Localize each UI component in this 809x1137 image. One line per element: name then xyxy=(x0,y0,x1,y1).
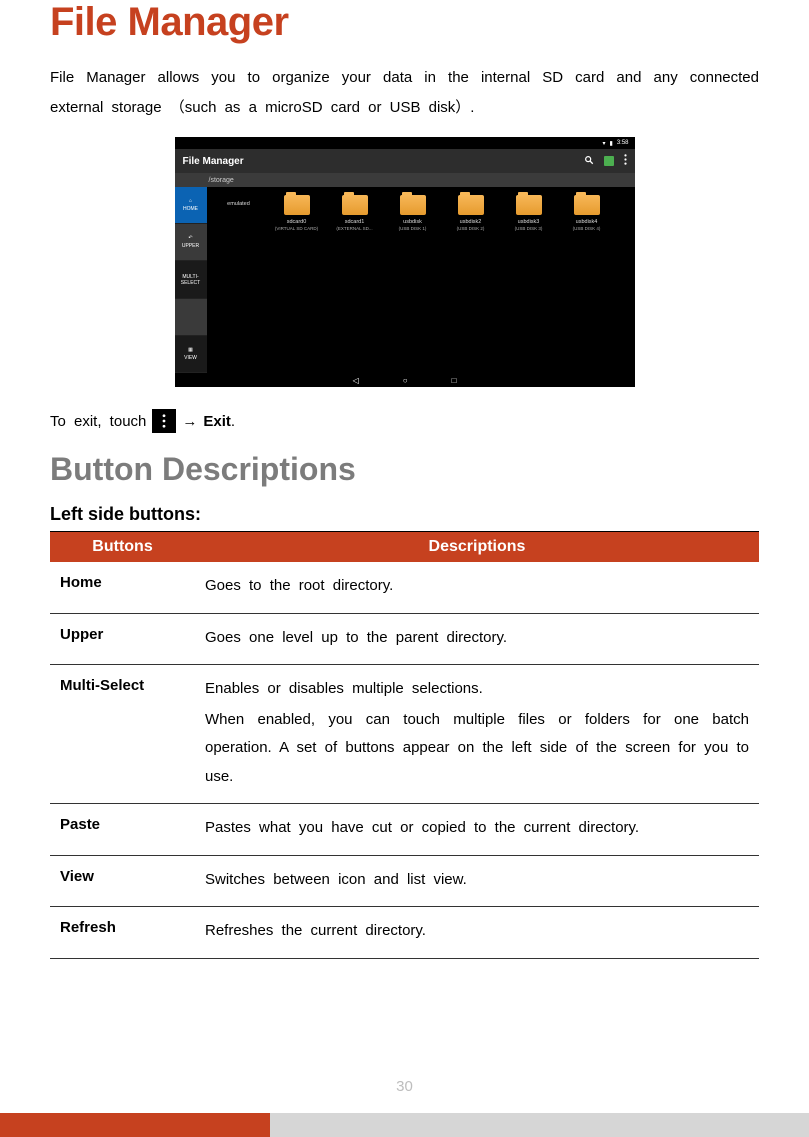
button-name-cell: Home xyxy=(50,562,195,613)
folder-item[interactable]: usbdisk2(USB DISK 2) xyxy=(443,195,499,231)
exit-instruction: To exit, touch → Exit. xyxy=(50,409,759,433)
table-row: Paste Pastes what you have cut or copied … xyxy=(50,804,759,856)
folder-item[interactable]: sdcard0(VIRTUAL SD CARD) xyxy=(269,195,325,231)
sidebar-multiselect[interactable]: MULTI-SELECT xyxy=(175,261,207,298)
wifi-icon: ▾ xyxy=(602,140,605,147)
folder-label: sdcard1 xyxy=(345,219,365,226)
nav-recent-icon[interactable]: □ xyxy=(452,376,457,385)
screenshot-sidebar: ⌂HOME ↶UPPER MULTI-SELECT ▦VIEW xyxy=(175,187,207,373)
folder-sublabel: (USB DISK 1) xyxy=(399,226,427,231)
table-row: View Switches between icon and list view. xyxy=(50,855,759,907)
button-name-cell: View xyxy=(50,855,195,907)
battery-icon: ▮ xyxy=(610,140,613,147)
document-page: File Manager File Manager allows you to … xyxy=(0,0,809,1137)
folder-label: emulated xyxy=(227,201,250,208)
folder-sublabel: (VIRTUAL SD CARD) xyxy=(275,226,318,231)
exit-post: . xyxy=(231,413,235,430)
page-title: File Manager xyxy=(50,0,759,45)
button-name-cell: Upper xyxy=(50,613,195,665)
arrow-icon: → xyxy=(182,413,197,430)
table-header-buttons: Buttons xyxy=(50,532,195,563)
footer-bar xyxy=(0,1113,809,1137)
folder-label: sdcard0 xyxy=(287,219,307,226)
button-description-table: Buttons Descriptions Home Goes to the roo… xyxy=(50,531,759,959)
file-manager-screenshot: ▾ ▮ 3:58 File Manager /storage xyxy=(175,137,635,387)
sidebar-blank[interactable] xyxy=(175,299,207,336)
button-desc-cell: Enables or disables multiple selections.… xyxy=(195,665,759,804)
toggle-icon[interactable] xyxy=(604,156,614,166)
sidebar-home[interactable]: ⌂HOME xyxy=(175,187,207,224)
button-name-cell: Refresh xyxy=(50,907,195,959)
desc-paragraph: Enables or disables multiple selections. xyxy=(205,675,749,704)
path-bar: /storage xyxy=(175,173,635,187)
table-row: Refresh Refreshes the current directory. xyxy=(50,907,759,959)
folder-icon xyxy=(574,195,600,215)
button-desc-cell: Switches between icon and list view. xyxy=(195,855,759,907)
subsection-heading: Left side buttons: xyxy=(50,504,759,525)
folder-item[interactable]: usbdisk(USB DISK 1) xyxy=(385,195,441,231)
table-row: Multi-SelectEnables or disables multiple… xyxy=(50,665,759,804)
desc-paragraph: Refreshes the current directory. xyxy=(205,917,749,946)
section-heading: Button Descriptions xyxy=(50,451,759,488)
intro-paragraph: File Manager allows you to organize your… xyxy=(50,63,759,123)
folder-sublabel: (USB DISK 3) xyxy=(515,226,543,231)
folder-sublabel: (USB DISK 2) xyxy=(457,226,485,231)
desc-paragraph: Goes to the root directory. xyxy=(205,572,749,601)
button-desc-cell: Refreshes the current directory. xyxy=(195,907,759,959)
folder-icon xyxy=(342,195,368,215)
exit-pre: To exit, touch xyxy=(50,413,146,430)
folder-label: usbdisk4 xyxy=(576,219,598,226)
button-desc-cell: Goes one level up to the parent director… xyxy=(195,613,759,665)
folder-item[interactable]: emulated xyxy=(211,195,267,208)
folder-label: usbdisk2 xyxy=(460,219,482,226)
button-desc-cell: Pastes what you have cut or copied to th… xyxy=(195,804,759,856)
exit-label: Exit xyxy=(203,413,231,430)
folder-icon xyxy=(458,195,484,215)
nav-back-icon[interactable]: ◁ xyxy=(353,376,359,385)
folder-sublabel: (USB DISK 4) xyxy=(573,226,601,231)
button-desc-cell: Goes to the root directory. xyxy=(195,562,759,613)
file-grid: emulatedsdcard0(VIRTUAL SD CARD)sdcard1(… xyxy=(207,187,635,373)
nav-home-icon[interactable]: ○ xyxy=(403,376,408,385)
app-title: File Manager xyxy=(183,156,244,167)
folder-label: usbdisk xyxy=(403,219,422,226)
overflow-menu-icon[interactable] xyxy=(152,409,176,433)
android-nav-bar: ◁ ○ □ xyxy=(175,373,635,387)
desc-paragraph: Pastes what you have cut or copied to th… xyxy=(205,814,749,843)
folder-item[interactable]: usbdisk3(USB DISK 3) xyxy=(501,195,557,231)
folder-item[interactable]: usbdisk4(USB DISK 4) xyxy=(559,195,615,231)
folder-icon xyxy=(516,195,542,215)
android-status-bar: ▾ ▮ 3:58 xyxy=(175,137,635,149)
desc-paragraph: Goes one level up to the parent director… xyxy=(205,624,749,653)
screenshot-figure: ▾ ▮ 3:58 File Manager /storage xyxy=(50,137,759,387)
button-name-cell: Paste xyxy=(50,804,195,856)
folder-sublabel: (EXTERNAL SD... xyxy=(336,226,372,231)
sidebar-upper[interactable]: ↶UPPER xyxy=(175,224,207,261)
page-number: 30 xyxy=(0,1078,809,1095)
folder-icon xyxy=(400,195,426,215)
search-icon[interactable] xyxy=(584,155,594,168)
status-time: 3:58 xyxy=(617,140,629,146)
folder-label: usbdisk3 xyxy=(518,219,540,226)
folder-item[interactable]: sdcard1(EXTERNAL SD... xyxy=(327,195,383,231)
desc-paragraph: When enabled, you can touch multiple fil… xyxy=(205,706,749,792)
app-bar: File Manager xyxy=(175,149,635,173)
desc-paragraph: Switches between icon and list view. xyxy=(205,866,749,895)
table-row: Upper Goes one level up to the parent dir… xyxy=(50,613,759,665)
folder-icon xyxy=(284,195,310,215)
table-header-descriptions: Descriptions xyxy=(195,532,759,563)
table-row: Home Goes to the root directory. xyxy=(50,562,759,613)
button-name-cell: Multi-Select xyxy=(50,665,195,804)
sidebar-view[interactable]: ▦VIEW xyxy=(175,336,207,373)
overflow-menu-icon[interactable] xyxy=(624,154,627,168)
